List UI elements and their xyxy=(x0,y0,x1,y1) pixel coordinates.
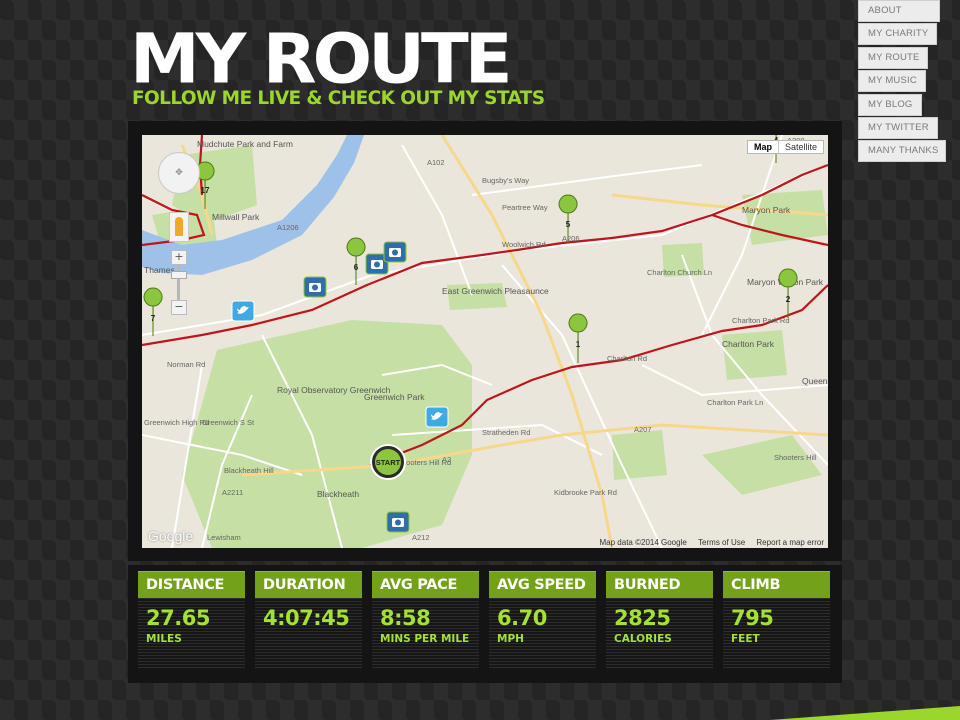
stats-panel: DISTANCE 27.65 MILES DURATION 4:07:45 AV… xyxy=(128,565,842,683)
road-label: A102 xyxy=(427,158,445,167)
stat-avg-pace: AVG PACE 8:58 MINS PER MILE xyxy=(372,571,479,670)
map-footer: Map data ©2014 Google Terms of Use Repor… xyxy=(591,538,824,547)
google-logo: Google xyxy=(148,528,194,544)
stat-value: 795 xyxy=(731,606,774,630)
stat-unit: MINS PER MILE xyxy=(380,633,470,645)
twitter-bird-icon[interactable] xyxy=(231,300,255,322)
zoom-in-button[interactable]: + xyxy=(171,250,187,265)
stat-label: DISTANCE xyxy=(138,571,245,598)
nav-my-blog[interactable]: MY BLOG xyxy=(858,93,922,116)
road-label: Shooters Hill xyxy=(774,453,817,462)
zoom-out-button[interactable]: − xyxy=(171,300,187,315)
side-nav-menu: ABOUT MY CHARITY MY ROUTE MY MUSIC MY BL… xyxy=(858,0,960,164)
stat-label: AVG PACE xyxy=(372,571,479,598)
stat-label: BURNED xyxy=(606,571,713,598)
map-panel: Mudchute Park and Farm Millwall Park Eas… xyxy=(128,121,842,561)
map-type-satellite-button[interactable]: Satellite xyxy=(779,141,823,153)
road-label: Norman Rd xyxy=(167,360,205,369)
road-label: Charlton Park Rd xyxy=(732,316,790,325)
label-east-greenwich: East Greenwich Pleasaunce xyxy=(442,286,549,296)
stat-label: AVG SPEED xyxy=(489,571,596,598)
road-label: Bugsby's Way xyxy=(482,176,529,185)
nav-many-thanks[interactable]: MANY THANKS xyxy=(858,140,946,163)
road-label: Charlton Park Ln xyxy=(707,398,763,407)
stat-value: 6.70 xyxy=(497,606,547,630)
camera-icon[interactable] xyxy=(383,241,407,263)
stat-unit: FEET xyxy=(731,633,760,645)
label-mudchute: Mudchute Park and Farm xyxy=(197,139,293,149)
label-charlton-park: Charlton Park xyxy=(722,339,775,349)
nav-about[interactable]: ABOUT xyxy=(858,0,940,22)
road-label: Blackheath Hill xyxy=(224,466,274,475)
road-label: Charlton Church Ln xyxy=(647,268,712,277)
mile-marker-2[interactable]: 2 xyxy=(778,268,798,319)
label-millwall-park: Millwall Park xyxy=(212,212,260,222)
stat-value: 27.65 xyxy=(146,606,210,630)
stat-unit: MILES xyxy=(146,633,182,645)
camera-icon[interactable] xyxy=(386,511,410,533)
label-greenwich-park: Greenwich Park xyxy=(364,392,425,402)
start-label: START xyxy=(376,458,401,467)
nav-my-twitter[interactable]: MY TWITTER xyxy=(858,116,938,139)
stat-burned: BURNED 2825 CALORIES xyxy=(606,571,713,670)
mile-marker-7[interactable]: 7 xyxy=(143,287,163,337)
twitter-bird-icon[interactable] xyxy=(425,406,449,428)
route-map[interactable]: Mudchute Park and Farm Millwall Park Eas… xyxy=(142,135,828,548)
page-title: MY ROUTE xyxy=(130,18,513,100)
svg-text:6: 6 xyxy=(354,263,359,272)
stat-value: 4:07:45 xyxy=(263,606,350,630)
svg-text:5: 5 xyxy=(566,220,571,229)
svg-text:1: 1 xyxy=(576,340,581,349)
page-subtitle: FOLLOW ME LIVE & CHECK OUT MY STATS xyxy=(132,88,545,109)
nav-my-route[interactable]: MY ROUTE xyxy=(858,46,928,69)
road-label: Greenwich High Rd xyxy=(144,418,209,427)
road-label: Lewisham xyxy=(207,533,241,542)
decorative-swoosh xyxy=(770,706,960,720)
label-blackheath: Blackheath xyxy=(317,489,359,499)
road-label: A207 xyxy=(634,425,652,434)
stat-duration: DURATION 4:07:45 xyxy=(255,571,362,670)
camera-icon[interactable] xyxy=(303,276,327,298)
road-label: A212 xyxy=(412,533,430,542)
report-map-error-link[interactable]: Report a map error xyxy=(756,538,824,547)
road-label: Charlton Rd xyxy=(607,354,647,363)
pan-control[interactable]: ✥ xyxy=(158,152,200,194)
stat-unit: MPH xyxy=(497,633,524,645)
svg-text:7: 7 xyxy=(151,314,156,323)
nav-my-music[interactable]: MY MUSIC xyxy=(858,70,926,93)
stat-unit: CALORIES xyxy=(614,633,672,645)
stat-label: DURATION xyxy=(255,571,362,598)
street-view-pegman-icon[interactable] xyxy=(169,212,189,242)
stat-value: 8:58 xyxy=(380,606,431,630)
stat-climb: CLIMB 795 FEET xyxy=(723,571,830,670)
pan-arrows-icon: ✥ xyxy=(175,168,183,178)
nav-my-charity[interactable]: MY CHARITY xyxy=(858,23,937,46)
zoom-control: + − xyxy=(171,250,187,316)
stat-value: 2825 xyxy=(614,606,671,630)
road-label: Greenwich S St xyxy=(202,418,255,427)
terms-of-use-link[interactable]: Terms of Use xyxy=(698,538,745,547)
map-canvas: Mudchute Park and Farm Millwall Park Eas… xyxy=(142,135,828,548)
zoom-track[interactable] xyxy=(177,264,180,300)
road-label: Peartree Way xyxy=(502,203,548,212)
road-label: Kidbrooke Park Rd xyxy=(554,488,617,497)
zoom-slider-handle[interactable] xyxy=(171,271,187,279)
svg-text:17: 17 xyxy=(201,186,210,195)
svg-text:2: 2 xyxy=(786,295,791,304)
road-label: Woolwich Rd xyxy=(502,240,546,249)
label-maryon-park: Maryon Park xyxy=(742,205,791,215)
stat-avg-speed: AVG SPEED 6.70 MPH xyxy=(489,571,596,670)
road-label: A206 xyxy=(562,234,580,243)
start-marker[interactable]: START xyxy=(370,444,406,480)
map-type-map-button[interactable]: Map xyxy=(748,141,779,153)
road-label: Stratheden Rd xyxy=(482,428,530,437)
stat-label: CLIMB xyxy=(723,571,830,598)
map-type-toggle: Map Satellite xyxy=(746,140,824,154)
stat-distance: DISTANCE 27.65 MILES xyxy=(138,571,245,670)
label-queen-eliz: Queen Eliz xyxy=(802,376,828,386)
road-label: A1206 xyxy=(277,223,299,232)
map-data-credit: Map data ©2014 Google xyxy=(599,538,687,547)
road-label: A2211 xyxy=(222,488,243,497)
